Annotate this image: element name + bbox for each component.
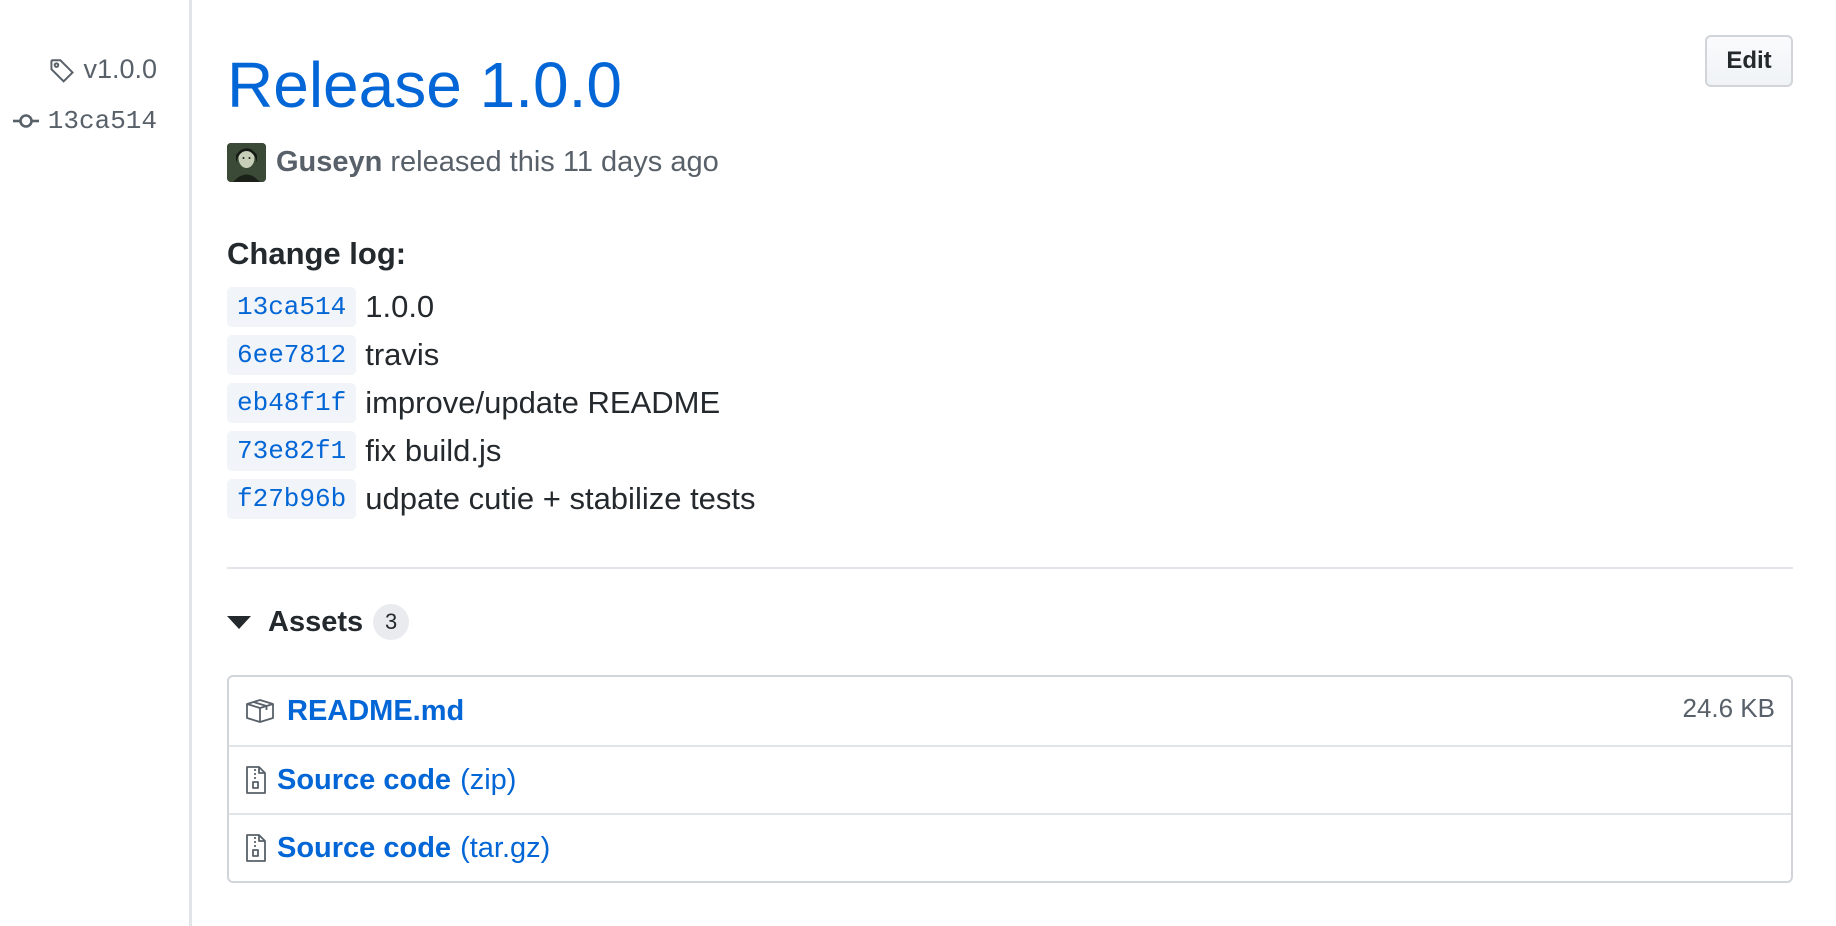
commit-link[interactable]: 13ca514 xyxy=(12,106,157,136)
author-link[interactable]: Guseyn xyxy=(276,146,382,179)
caret-down-icon xyxy=(227,615,251,629)
avatar[interactable] xyxy=(227,142,266,182)
asset-row-targz: Source code (tar.gz) xyxy=(229,813,1791,881)
commit-message: travis xyxy=(365,337,440,372)
tag-link[interactable]: v1.0.0 xyxy=(49,54,157,85)
changelog-heading: Change log: xyxy=(227,236,407,271)
tag-icon xyxy=(49,57,83,83)
commit-sha-link[interactable]: f27b96b xyxy=(227,479,357,519)
changelog-item: eb48f1f improve/update README xyxy=(227,379,756,427)
assets-list: README.md 24.6 KB Source code (zip) Sour… xyxy=(227,675,1793,883)
asset-ext[interactable]: (zip) xyxy=(460,764,516,797)
asset-size: 24.6 KB xyxy=(1682,693,1775,723)
changelog-item: 13ca514 1.0.0 xyxy=(227,283,756,331)
assets-toggle[interactable]: Assets 3 xyxy=(227,602,410,642)
release-meta: Guseyn released this 11 days ago xyxy=(227,142,719,182)
commit-sha-link[interactable]: 6ee7812 xyxy=(227,335,357,375)
released-text: released this 11 days ago xyxy=(390,145,719,178)
assets-count-badge: 3 xyxy=(373,604,410,640)
changelog-item: 73e82f1 fix build.js xyxy=(227,427,756,475)
commit-sha-link[interactable]: 13ca514 xyxy=(227,287,357,327)
commit-message: 1.0.0 xyxy=(365,289,435,324)
edit-button[interactable]: Edit xyxy=(1705,35,1793,87)
section-divider xyxy=(227,567,1793,569)
tag-label: v1.0.0 xyxy=(83,54,157,84)
asset-link[interactable]: Source code xyxy=(277,764,451,797)
commit-message: udpate cutie + stabilize tests xyxy=(365,481,756,516)
commit-sha-link[interactable]: 73e82f1 xyxy=(227,431,357,471)
asset-link[interactable]: README.md xyxy=(287,695,464,728)
asset-link[interactable]: Source code xyxy=(277,832,451,865)
changelog-item: f27b96b udpate cutie + stabilize tests xyxy=(227,475,756,523)
commit-sha-label: 13ca514 xyxy=(47,106,157,136)
commit-message: improve/update README xyxy=(365,385,721,420)
release-title[interactable]: Release 1.0.0 xyxy=(227,40,622,130)
commit-sha-link[interactable]: eb48f1f xyxy=(227,383,357,423)
file-zip-icon xyxy=(245,765,267,795)
asset-ext[interactable]: (tar.gz) xyxy=(460,832,550,865)
assets-label: Assets xyxy=(268,605,364,638)
changelog-list: 13ca514 1.0.0 6ee7812 travis eb48f1f imp… xyxy=(227,283,756,523)
git-commit-icon xyxy=(12,111,48,131)
asset-row-zip: Source code (zip) xyxy=(229,745,1791,813)
release-sidebar: v1.0.0 13ca514 xyxy=(0,0,192,926)
commit-message: fix build.js xyxy=(365,433,502,468)
changelog-item: 6ee7812 travis xyxy=(227,331,756,379)
package-icon xyxy=(245,698,275,724)
file-zip-icon xyxy=(245,833,267,863)
asset-row-readme: README.md 24.6 KB xyxy=(229,677,1791,745)
